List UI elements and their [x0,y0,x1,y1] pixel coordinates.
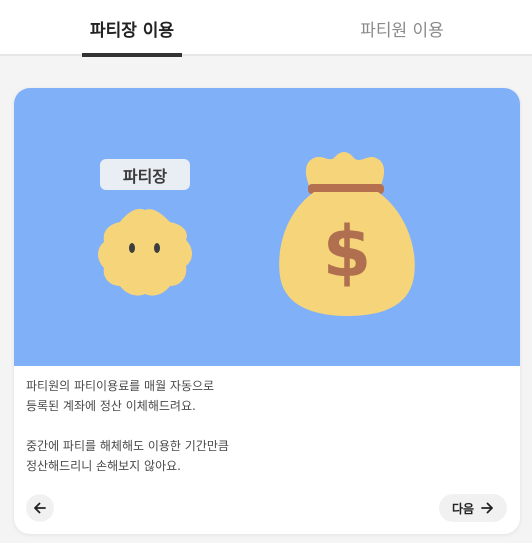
description-line: 등록된 계좌에 정산 이체해드려요. [26,399,196,413]
tab-party-member[interactable]: 파티원 이용 [350,0,454,56]
illustration-banner: $ 파티장 [14,88,520,366]
description-line: 정산해드리니 손해보지 않아요. [26,459,181,473]
description-line: 파티원의 파티이용료를 매월 자동으로 [26,379,215,393]
guide-description: 파티원의 파티이용료를 매월 자동으로 등록된 계좌에 정산 이체해드려요. 중… [26,376,506,476]
guide-card: $ 파티장 파티원의 파티이용료를 매월 자동으로 등록된 계좌에 정산 이체해… [14,88,520,534]
party-leader-badge: 파티장 [100,159,190,190]
next-button-label: 다음 [451,501,475,516]
smiley-blob-icon [98,208,192,296]
previous-button[interactable] [26,494,54,522]
arrow-left-icon [34,502,46,514]
active-tab-indicator [82,53,182,57]
tab-bar: 파티장 이용 파티원 이용 [0,0,532,57]
next-button[interactable]: 다음 [439,494,507,522]
svg-text:$: $ [323,211,372,293]
banner-illustration: $ [98,152,415,316]
arrow-right-icon [481,502,493,514]
tab-party-leader[interactable]: 파티장 이용 [82,0,182,56]
money-bag-icon: $ [279,152,415,316]
description-line: 중간에 파티를 해체해도 이용한 기간만큼 [26,439,229,453]
